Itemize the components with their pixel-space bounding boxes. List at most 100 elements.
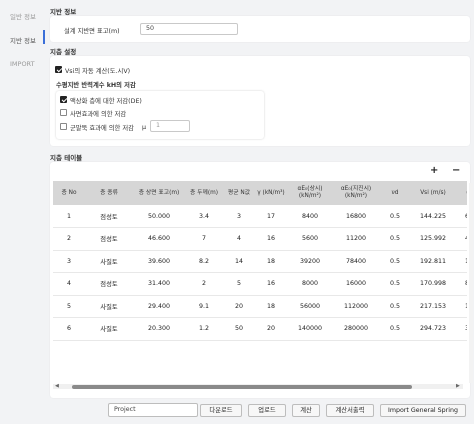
table-cell[interactable]: 217.153 — [411, 295, 455, 318]
table-cell[interactable]: 31.400 — [133, 272, 185, 296]
header-nu-d: νd — [379, 181, 411, 205]
header-layer-type: 층 종류 — [85, 181, 133, 205]
table-row[interactable]: 2점성토46.60074165600112000.5125.99249 — [53, 227, 467, 251]
table-cell[interactable]: 11200 — [333, 227, 379, 251]
table-cell[interactable]: 점성토 — [85, 205, 133, 228]
table-cell[interactable]: 2 — [185, 272, 223, 296]
table-cell[interactable]: 0.5 — [379, 227, 411, 251]
table-cell[interactable]: 4 — [53, 272, 85, 296]
table-cell[interactable]: 125.992 — [411, 227, 455, 251]
table-cell[interactable]: 3.4 — [185, 205, 223, 228]
sidebar-item-ground-info[interactable]: 지반 정보 — [10, 35, 36, 45]
table-cell[interactable]: 사질토 — [85, 295, 133, 318]
table-cell[interactable]: 점성토 — [85, 227, 133, 251]
table-cell[interactable]: 2 — [53, 227, 85, 251]
design-ground-level-input[interactable]: 50 — [140, 23, 238, 35]
table-cell[interactable]: 16 — [455, 295, 467, 318]
remove-row-icon[interactable]: − — [452, 166, 460, 176]
project-name-input[interactable]: Project — [108, 403, 198, 417]
table-cell[interactable]: 7 — [185, 227, 223, 251]
table-cell[interactable]: 0.5 — [379, 205, 411, 228]
table-cell[interactable]: 88 — [455, 272, 467, 296]
table-row[interactable]: 1점성토50.0003.43178400168000.5144.22569 — [53, 205, 467, 228]
table-cell[interactable]: 50.000 — [133, 205, 185, 228]
table-cell[interactable]: 4 — [223, 227, 255, 251]
table-cell[interactable]: 3 — [53, 250, 85, 273]
table-cell[interactable]: 8000 — [287, 272, 333, 296]
table-cell[interactable]: 20 — [223, 295, 255, 318]
table-row[interactable]: 4점성토31.40025168000160000.5170.99888 — [53, 272, 467, 296]
table-cell[interactable]: 69 — [455, 205, 467, 228]
table-cell[interactable]: 1.2 — [185, 317, 223, 341]
table-cell[interactable]: 39.600 — [133, 250, 185, 273]
table-cell[interactable]: 16000 — [333, 272, 379, 296]
add-row-icon[interactable]: + — [430, 166, 438, 176]
calculate-button[interactable]: 계산 — [292, 404, 320, 417]
table-vertical-scrollbar[interactable] — [469, 183, 473, 383]
table-cell[interactable]: 46.600 — [133, 227, 185, 251]
table-row[interactable]: 3사질토39.6008.2141839200784000.5192.81111 — [53, 250, 467, 273]
table-cell[interactable]: 112000 — [333, 295, 379, 318]
table-cell[interactable]: 34 — [455, 317, 467, 341]
table-cell[interactable]: 29.400 — [133, 295, 185, 318]
auto-vs-checkbox[interactable] — [55, 66, 62, 73]
table-cell[interactable]: 20.300 — [133, 317, 185, 341]
table-cell[interactable]: 5 — [223, 272, 255, 296]
table-cell[interactable]: 170.998 — [411, 272, 455, 296]
table-cell[interactable]: 사질토 — [85, 317, 133, 341]
table-cell[interactable]: 0.5 — [379, 317, 411, 341]
table-cell[interactable]: 140000 — [287, 317, 333, 341]
table-cell[interactable]: 5600 — [287, 227, 333, 251]
table-cell[interactable]: 49 — [455, 227, 467, 251]
table-cell[interactable]: 50 — [223, 317, 255, 341]
table-cell[interactable]: 78400 — [333, 250, 379, 273]
table-row[interactable]: 6 사질토 20.300 1.2 50 20 140000 280000 0.5 294.723 3… — [53, 317, 467, 341]
table-cell[interactable]: 14 — [223, 250, 255, 273]
table-cell[interactable]: 18 — [255, 250, 287, 273]
table-cell[interactable]: 9.1 — [185, 295, 223, 318]
download-button[interactable]: 다운로드 — [200, 404, 242, 417]
table-cell[interactable]: 192.811 — [411, 250, 455, 273]
table-cell[interactable]: 294.723 — [411, 317, 455, 341]
table-cell[interactable]: 16800 — [333, 205, 379, 228]
scroll-right-icon[interactable]: ▶ — [456, 383, 460, 389]
table-cell[interactable]: 20 — [255, 317, 287, 341]
table-cell[interactable]: 사질토 — [85, 250, 133, 273]
report-button[interactable]: 계산서출력 — [326, 404, 374, 417]
table-cell[interactable]: 0.5 — [379, 295, 411, 318]
table-cell[interactable]: 6 — [53, 317, 85, 341]
table-cell[interactable]: 0.5 — [379, 250, 411, 273]
table-cell[interactable]: 8400 — [287, 205, 333, 228]
table-cell[interactable]: 3 — [223, 205, 255, 228]
sidebar-item-import[interactable]: IMPORT — [10, 60, 35, 68]
table-row[interactable]: 5사질토29.4009.12018560001120000.5217.15316 — [53, 295, 467, 318]
layer-settings-card: Vsi의 자동 계산(도.시V) 수평지반 반력계수 kH의 저감 액상화 층에… — [50, 56, 470, 146]
sidebar-item-general-info[interactable]: 일반 정보 — [10, 11, 36, 21]
slope-label: 사면효과에 의한 저감 — [70, 111, 127, 118]
slope-checkbox[interactable] — [60, 109, 67, 116]
liquefaction-checkbox[interactable] — [60, 96, 67, 103]
table-cell[interactable]: 144.225 — [411, 205, 455, 228]
scroll-left-icon[interactable]: ◀ — [55, 383, 59, 389]
main-panel: 지반 정보 설계 지반면 표고(m) 50 지층 설정 Vsi의 자동 계산(도… — [46, 0, 474, 424]
group-pile-checkbox[interactable] — [60, 123, 67, 130]
mu-input[interactable]: 1 — [150, 120, 190, 132]
table-cell[interactable]: 점성토 — [85, 272, 133, 296]
table-cell[interactable]: 0.5 — [379, 272, 411, 296]
table-cell[interactable]: 16 — [255, 272, 287, 296]
table-cell[interactable]: 18 — [255, 295, 287, 318]
scroll-thumb[interactable] — [72, 384, 412, 389]
table-cell[interactable]: 56000 — [287, 295, 333, 318]
upload-button[interactable]: 업로드 — [248, 404, 286, 417]
table-cell[interactable]: 1 — [53, 205, 85, 228]
table-cell[interactable]: 17 — [255, 205, 287, 228]
subgrade-reduction-panel: 액상화 층에 대한 저감(DE) 사면효과에 의한 저감 군말뚝 효과에 의한 … — [56, 91, 264, 139]
table-cell[interactable]: 280000 — [333, 317, 379, 341]
import-general-spring-button[interactable]: Import General Spring — [380, 404, 466, 417]
table-cell[interactable]: 11 — [455, 250, 467, 273]
table-cell[interactable]: 8.2 — [185, 250, 223, 273]
table-cell[interactable]: 39200 — [287, 250, 333, 273]
table-cell[interactable]: 16 — [255, 227, 287, 251]
table-cell[interactable]: 5 — [53, 295, 85, 318]
table-horizontal-scrollbar[interactable]: ◀ ▶ — [53, 383, 463, 389]
